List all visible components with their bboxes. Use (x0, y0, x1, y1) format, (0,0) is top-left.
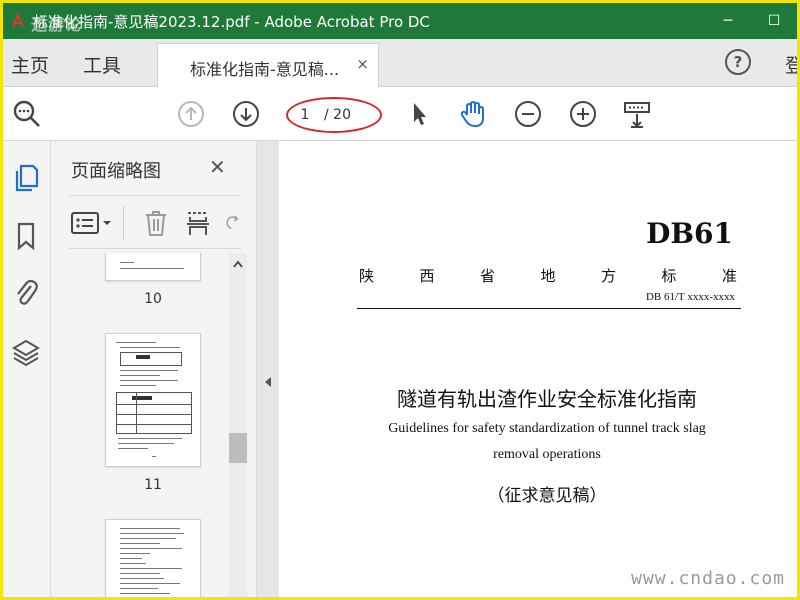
maximize-button[interactable]: ☐ (751, 3, 797, 39)
scroll-up-icon[interactable] (229, 255, 247, 273)
tab-bar: 主页 工具 标准化指南-意见稿... × ? 登 (3, 39, 797, 87)
tab-tools[interactable]: 工具 (83, 51, 121, 78)
scroll-mode-icon[interactable] (621, 98, 653, 130)
header-rule (357, 308, 741, 309)
thumbnail-page[interactable] (105, 333, 201, 467)
tab-document-label: 标准化指南-意见稿... (190, 60, 340, 79)
tab-close-icon[interactable]: × (356, 55, 369, 73)
thumbnail-options-icon[interactable] (69, 208, 115, 238)
delete-page-icon[interactable] (141, 208, 171, 238)
help-icon[interactable]: ? (725, 49, 751, 75)
province-char: 地 (540, 267, 556, 285)
title-bar: 标准化指南-意见稿2023.12.pdf - Adobe Acrobat Pro… (3, 3, 797, 39)
zoom-search-icon[interactable] (11, 98, 43, 130)
thumbnails-panel: 页面缩略图 ✕ 10 11 (51, 141, 257, 597)
watermark-top-left: 迅游论 (31, 15, 83, 34)
previous-page-icon[interactable] (175, 98, 207, 130)
standard-code: DB61 (646, 217, 733, 250)
panel-title: 页面缩略图 (71, 161, 161, 182)
scroll-thumb[interactable] (229, 433, 247, 463)
province-standard-heading: 陕 西 省 地 方 标 准 (359, 265, 737, 286)
hand-tool-icon[interactable] (457, 98, 489, 130)
window-title: 标准化指南-意见稿2023.12.pdf - Adobe Acrobat Pro… (33, 12, 430, 31)
zoom-out-icon[interactable] (512, 98, 544, 130)
thumbnail-list: 10 11 (51, 253, 227, 597)
sign-in-button[interactable]: 登 (785, 51, 797, 78)
thumbnail-page[interactable] (105, 519, 201, 597)
province-char: 准 (721, 267, 737, 285)
thumbnail-scrollbar[interactable] (229, 253, 247, 597)
attachments-icon[interactable] (9, 275, 43, 309)
document-title-en-line2: removal operations (493, 447, 601, 462)
acrobat-app-icon (7, 10, 29, 32)
thumbnail-page-number: 11 (144, 477, 162, 493)
current-page-input[interactable] (292, 101, 318, 129)
layers-icon[interactable] (9, 335, 43, 369)
rotate-page-icon[interactable] (223, 208, 241, 238)
split-page-icon[interactable] (183, 208, 213, 238)
province-char: 省 (479, 267, 495, 285)
tab-document[interactable]: 标准化指南-意见稿... × (157, 43, 379, 87)
collapse-arrow-icon[interactable] (263, 375, 273, 389)
thumbnail-page[interactable] (105, 253, 201, 281)
total-pages-label: / 20 (324, 107, 351, 123)
province-char: 西 (419, 267, 435, 285)
province-char: 方 (600, 267, 616, 285)
province-char: 标 (661, 267, 677, 285)
navigation-rail (3, 141, 51, 597)
bookmarks-icon[interactable] (9, 219, 43, 253)
tab-home[interactable]: 主页 (11, 51, 49, 78)
main-toolbar: / 20 (3, 87, 797, 141)
standard-number: DB 61/T xxxx-xxxx (645, 291, 735, 303)
document-title-en-line1: Guidelines for safety standardization of… (388, 421, 706, 436)
draft-subtitle: （征求意见稿） (487, 486, 607, 506)
zoom-in-icon[interactable] (567, 98, 599, 130)
document-title-cn: 隧道有轨出渣作业安全标准化指南 (397, 387, 697, 411)
thumbnail-toolbar (69, 195, 241, 249)
toolbar-separator (123, 206, 124, 240)
select-cursor-icon[interactable] (403, 98, 435, 130)
minimize-button[interactable]: ─ (705, 3, 751, 39)
panel-collapse-strip[interactable] (257, 141, 279, 597)
page-thumbnails-icon[interactable] (9, 161, 43, 195)
document-view: DB61 陕 西 省 地 方 标 准 DB 61/T xxxx-xxxx 隧道有… (279, 141, 797, 597)
province-char: 陕 (359, 267, 375, 285)
panel-close-icon[interactable]: ✕ (209, 155, 226, 179)
watermark-bottom-right: www.cndao.com (631, 568, 785, 589)
next-page-icon[interactable] (230, 98, 262, 130)
app-frame: 标准化指南-意见稿2023.12.pdf - Adobe Acrobat Pro… (0, 0, 800, 600)
page-navigator: / 20 (292, 100, 378, 130)
thumbnail-page-number: 10 (144, 291, 162, 307)
